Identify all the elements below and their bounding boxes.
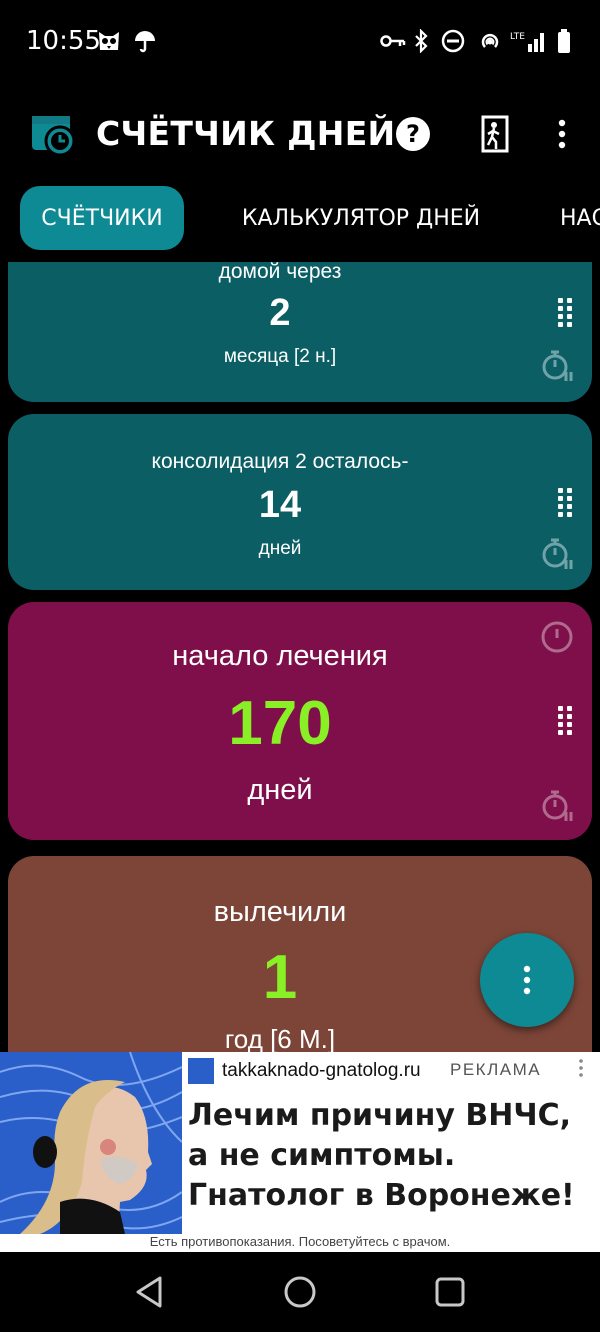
do-not-disturb-icon (440, 28, 466, 54)
timer-icon[interactable] (540, 536, 574, 575)
counter-unit: дней (258, 538, 302, 559)
app-logo-icon (30, 110, 80, 158)
tab-settings[interactable]: НАС (560, 186, 600, 250)
signal-icon: LTE (510, 28, 548, 54)
ad-disclaimer: Есть противопоказания. Посоветуйтесь с в… (149, 1234, 451, 1249)
ad-more-icon[interactable] (576, 1058, 586, 1078)
ad-image[interactable] (0, 1052, 182, 1234)
counter-title: консолидация 2 осталось- (151, 450, 409, 473)
ad-domain[interactable]: takkaknado-gnatolog.ru (222, 1060, 421, 1082)
ad-headline[interactable]: Лечим причину ВНЧС, а не симптомы. Гнато… (188, 1096, 596, 1216)
status-time: 10:55 (26, 26, 101, 56)
status-bar: 10:55 LTE (0, 0, 600, 80)
back-icon[interactable] (130, 1272, 170, 1312)
ad-favicon-icon (188, 1058, 214, 1084)
tab-days-calculator[interactable]: КАЛЬКУЛЯТОР ДНЕЙ (236, 186, 486, 250)
app-bar: СЧЁТЧИК ДНЕЙ ? (0, 90, 600, 180)
recents-icon[interactable] (430, 1272, 470, 1312)
counter-unit: год [6 М.] (224, 1024, 336, 1054)
counter-value: 14 (258, 484, 302, 526)
bluetooth-icon (410, 28, 432, 54)
counter-title: домой через (218, 262, 342, 283)
battery-icon (554, 28, 574, 54)
vpn-key-icon (380, 28, 406, 54)
counter-value: 1 (262, 943, 298, 1012)
timer-icon[interactable] (540, 348, 574, 387)
fab-more-button[interactable] (480, 933, 574, 1027)
hotspot-icon (477, 28, 503, 54)
exit-icon[interactable] (472, 112, 516, 156)
tab-counters[interactable]: СЧЁТЧИКИ (20, 186, 184, 250)
home-icon[interactable] (280, 1272, 320, 1312)
counter-card[interactable]: начало лечения 170 дней (8, 602, 592, 840)
drag-handle-icon[interactable] (558, 488, 572, 517)
svg-text:?: ? (406, 120, 420, 148)
counter-value: 2 (269, 292, 291, 334)
drag-handle-icon[interactable] (558, 298, 572, 327)
counter-card[interactable]: консолидация 2 осталось- 14 дней (8, 414, 592, 590)
counter-title: начало лечения (172, 640, 388, 672)
drag-handle-icon[interactable] (558, 706, 572, 735)
owl-notification-icon (96, 28, 122, 54)
ad-banner[interactable]: takkaknado-gnatolog.ru РЕКЛАМА Лечим при… (0, 1052, 600, 1252)
counter-title: вылечили (213, 896, 347, 928)
more-vert-icon (523, 965, 531, 995)
app-title: СЧЁТЧИК ДНЕЙ (96, 114, 396, 153)
counter-card[interactable]: домой через 2 месяца [2 н.] (8, 262, 592, 402)
counter-unit: месяца [2 н.] (223, 346, 337, 367)
umbrella-icon (132, 28, 158, 54)
tab-bar: СЧЁТЧИКИ КАЛЬКУЛЯТОР ДНЕЙ НАС (0, 186, 600, 252)
svg-text:LTE: LTE (510, 32, 525, 42)
help-icon[interactable]: ? (391, 112, 435, 156)
ad-label: РЕКЛАМА (450, 1060, 542, 1079)
more-vert-icon[interactable] (540, 112, 584, 156)
navigation-bar (0, 1252, 600, 1332)
timer-icon[interactable] (540, 788, 574, 827)
counter-value: 170 (228, 689, 332, 758)
counter-unit: дней (247, 774, 313, 806)
